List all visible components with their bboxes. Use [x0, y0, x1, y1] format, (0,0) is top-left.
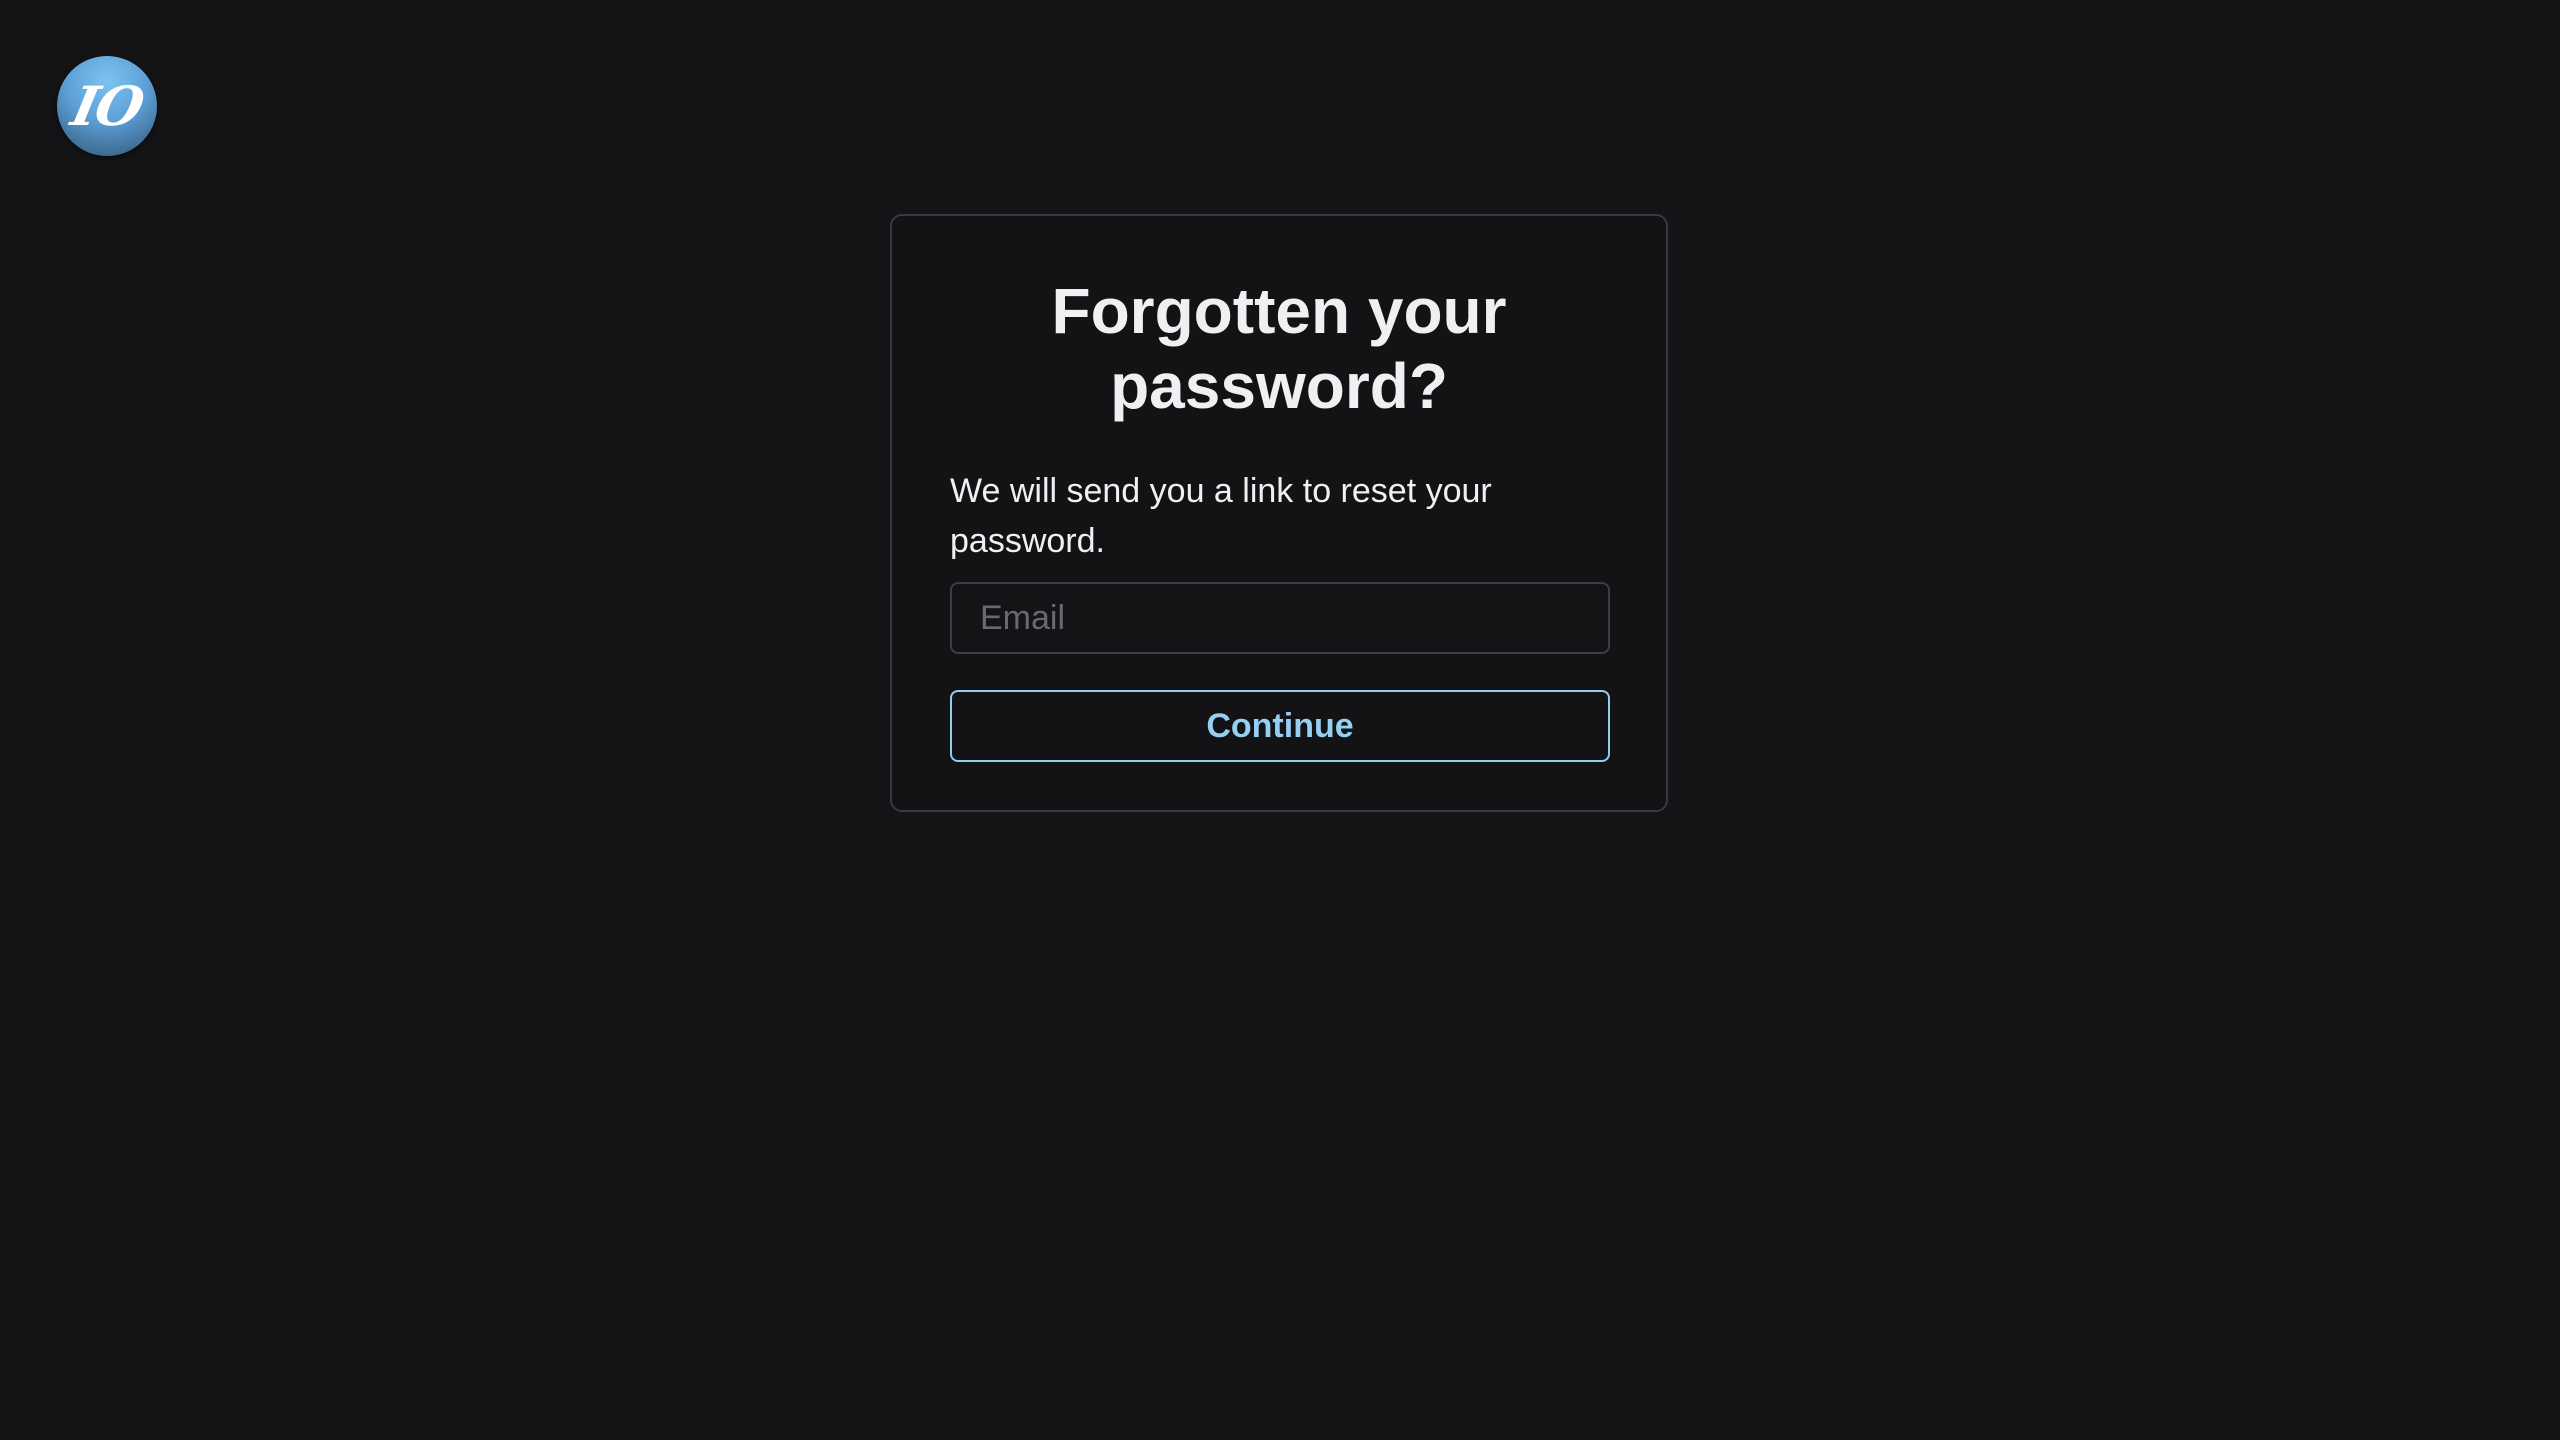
forgot-password-card: Forgotten your password? We will send yo…: [890, 214, 1668, 812]
continue-button[interactable]: Continue: [950, 690, 1610, 762]
io-logo-icon: IO: [66, 74, 148, 138]
form-description: We will send you a link to reset your pa…: [950, 472, 1492, 560]
page-title: Forgotten your password?: [1051, 275, 1507, 422]
email-field[interactable]: [950, 582, 1610, 654]
brand-logo[interactable]: IO: [57, 56, 157, 156]
